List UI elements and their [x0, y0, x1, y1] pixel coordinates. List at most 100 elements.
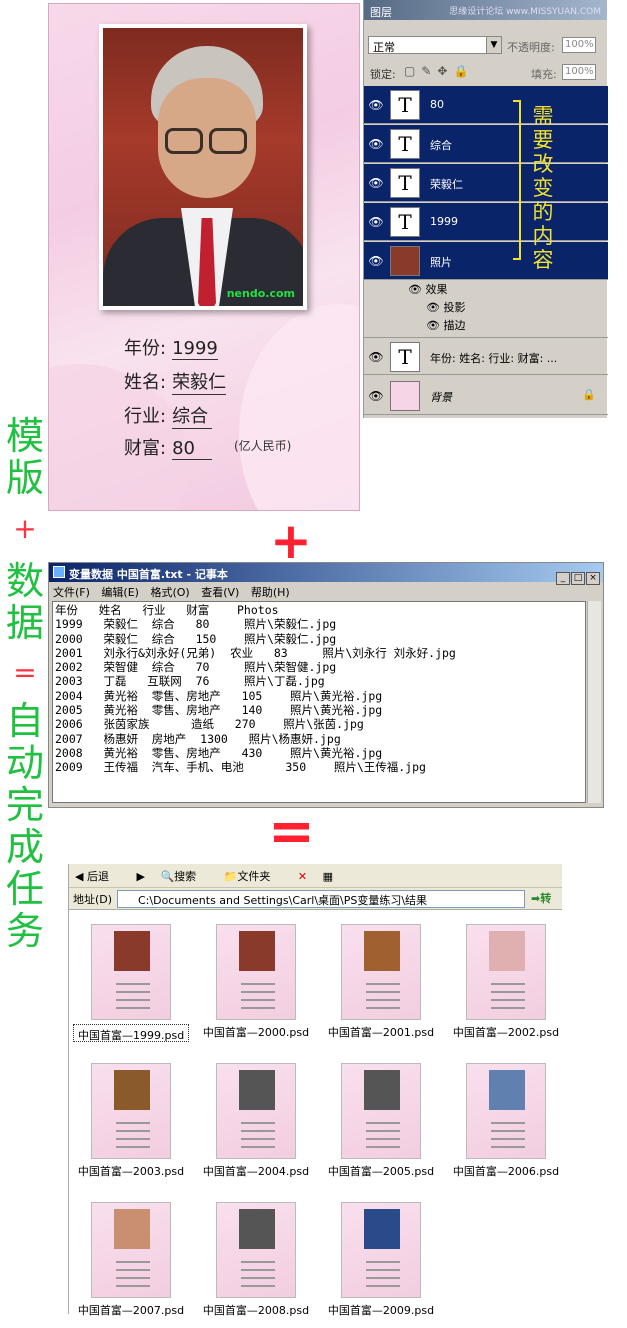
watermark: 思缘设计论坛 www.MISSYUAN.COM [449, 7, 601, 17]
layer-background[interactable]: 👁 背景 🔒 [364, 377, 608, 415]
chevron-down-icon[interactable]: ▼ [486, 37, 501, 53]
effect-drop-shadow[interactable]: 👁 投影 [364, 299, 608, 317]
eye-icon[interactable]: 👁 [368, 254, 384, 268]
side-text-template-1: 模 [5, 414, 44, 458]
layers-panel-tab[interactable]: 图层 思缘设计论坛 www.MISSYUAN.COM [364, 0, 607, 20]
field-industry: 行业: 综合 [124, 402, 213, 429]
background-layer-thumb [390, 381, 420, 411]
explorer-toolbar: ◀ 后退 ▶ 🔍搜索 📁文件夹 ✕ ▦ [69, 864, 562, 888]
layer-text-industry[interactable]: 👁 T 综合 [364, 125, 608, 163]
template-card: nendo.com 年份: 1999 姓名: 荣毅仁 行业: 综合 财富: 80 (亿人… [48, 3, 360, 511]
explorer-window: ◀ 后退 ▶ 🔍搜索 📁文件夹 ✕ ▦ 地址(D) C:\Documents a… [68, 864, 564, 1317]
notepad-text-area[interactable]: 年份 姓名 行业 财富 Photos 1999 荣毅仁 综合 80 照片\荣毅仁.… [52, 601, 586, 803]
delete-icon[interactable]: ✕ [298, 870, 307, 883]
side-text-auto-2: 动 [5, 741, 44, 785]
menu-help[interactable]: 帮助(H) [251, 586, 290, 599]
file-item[interactable]: 中国首富—2004.psd [198, 1057, 314, 1189]
address-input[interactable]: C:\Documents and Settings\Carl\桌面\PS变量练习… [117, 890, 525, 908]
menu-file[interactable]: 文件(F) [53, 586, 90, 599]
maximize-icon[interactable]: □ [571, 572, 585, 585]
layer-text-80[interactable]: 👁 T 80 [364, 86, 608, 124]
field-wealth-value: 80 [172, 438, 213, 460]
vertical-scrollbar[interactable] [587, 601, 601, 803]
search-button[interactable]: 🔍搜索 [160, 870, 208, 883]
psd-thumbnail [466, 1063, 546, 1159]
effect-stroke[interactable]: 👁 描边 [364, 317, 608, 335]
folders-button[interactable]: 📁文件夹 [224, 870, 283, 883]
side-equals: = [13, 656, 37, 689]
psd-thumbnail [216, 924, 296, 1020]
eye-icon[interactable]: 👁 [368, 215, 384, 229]
file-item[interactable]: 中国首富—2000.psd [198, 918, 314, 1050]
menu-edit[interactable]: 编辑(E) [101, 586, 139, 599]
layers-panel: 图层 思缘设计论坛 www.MISSYUAN.COM 正常 ▼ 不透明度: 100… [363, 0, 608, 418]
text-layer-icon: T [390, 129, 420, 159]
photo-layer-thumb [390, 246, 420, 276]
side-text-auto-3: 完 [5, 783, 44, 827]
opacity-label: 不透明度: [507, 41, 555, 54]
psd-thumbnail [341, 1202, 421, 1298]
file-item[interactable]: 中国首富—2005.psd [323, 1057, 439, 1189]
menu-view[interactable]: 查看(V) [201, 586, 239, 599]
close-icon[interactable]: × [586, 572, 600, 585]
eye-icon: 👁 [426, 319, 440, 332]
photo-watermark: nendo.com [226, 287, 295, 300]
side-text-template-2: 版 [5, 456, 44, 500]
opacity-input[interactable]: 100% [562, 37, 596, 53]
file-item[interactable]: 中国首富—2008.psd [198, 1196, 314, 1328]
go-button[interactable]: ➡转 [531, 890, 561, 908]
notepad-icon [53, 566, 65, 578]
eye-icon[interactable]: 👁 [368, 176, 384, 190]
text-layer-icon: T [390, 90, 420, 120]
side-text-data-2: 据 [5, 601, 44, 645]
eye-icon[interactable]: 👁 [368, 389, 384, 403]
psd-thumbnail [91, 1202, 171, 1298]
fill-input[interactable]: 100% [562, 64, 596, 80]
text-layer-icon: T [390, 342, 420, 372]
file-item[interactable]: 中国首富—1999.psd [73, 918, 189, 1050]
forward-button[interactable]: ▶ [136, 870, 144, 883]
fill-label: 填充: [531, 68, 557, 81]
notepad-menu: 文件(F) 编辑(E) 格式(O) 查看(V) 帮助(H) [49, 582, 603, 599]
layer-text-name[interactable]: 👁 T 荣毅仁 [364, 164, 608, 202]
notepad-title: 变量数据 中国首富.txt - 记事本 [49, 563, 603, 582]
minimize-icon[interactable]: _ [556, 572, 570, 585]
blend-mode-select[interactable]: 正常 [368, 36, 502, 54]
psd-thumbnail [91, 1063, 171, 1159]
psd-thumbnail [216, 1063, 296, 1159]
psd-thumbnail [216, 1202, 296, 1298]
side-text-data-1: 数 [5, 559, 44, 603]
views-icon[interactable]: ▦ [323, 870, 333, 883]
annotation-bracket [513, 100, 521, 260]
file-item[interactable]: 中国首富—2001.psd [323, 918, 439, 1050]
eye-icon[interactable]: 👁 [368, 350, 384, 364]
wealth-unit: (亿人民币) [234, 439, 292, 453]
file-item[interactable]: 中国首富—2009.psd [323, 1196, 439, 1328]
layer-text-labels[interactable]: 👁 T 年份: 姓名: 行业: 财富: ... [364, 337, 608, 375]
effects-row[interactable]: 👁 效果 [364, 281, 608, 299]
window-controls: _ □ × [555, 565, 600, 585]
menu-format[interactable]: 格式(O) [150, 586, 189, 599]
psd-thumbnail [341, 1063, 421, 1159]
side-plus: + [13, 512, 37, 545]
back-button[interactable]: ◀ 后退 [75, 870, 121, 883]
eye-icon[interactable]: 👁 [368, 98, 384, 112]
card-decoration [239, 304, 359, 510]
field-year: 年份: 1999 [124, 338, 218, 360]
equals-sign: = [268, 799, 315, 864]
lock-icons[interactable]: ▢✎✥🔒 [404, 64, 474, 78]
eye-icon[interactable]: 👁 [368, 137, 384, 151]
lock-label: 锁定: [370, 68, 396, 81]
file-item[interactable]: 中国首富—2007.psd [73, 1196, 189, 1328]
file-item[interactable]: 中国首富—2002.psd [448, 918, 564, 1050]
layer-text-year[interactable]: 👁 T 1999 [364, 203, 608, 241]
file-item[interactable]: 中国首富—2003.psd [73, 1057, 189, 1189]
eye-icon: 👁 [408, 283, 422, 296]
file-item[interactable]: 中国首富—2006.psd [448, 1057, 564, 1189]
side-text-auto-6: 务 [5, 909, 44, 953]
side-text-auto-4: 成 [5, 825, 44, 869]
address-label: 地址(D) [73, 893, 113, 906]
psd-thumbnail [341, 924, 421, 1020]
field-name-value: 荣毅仁 [172, 368, 227, 395]
layer-photo[interactable]: 👁 照片 [364, 242, 608, 280]
